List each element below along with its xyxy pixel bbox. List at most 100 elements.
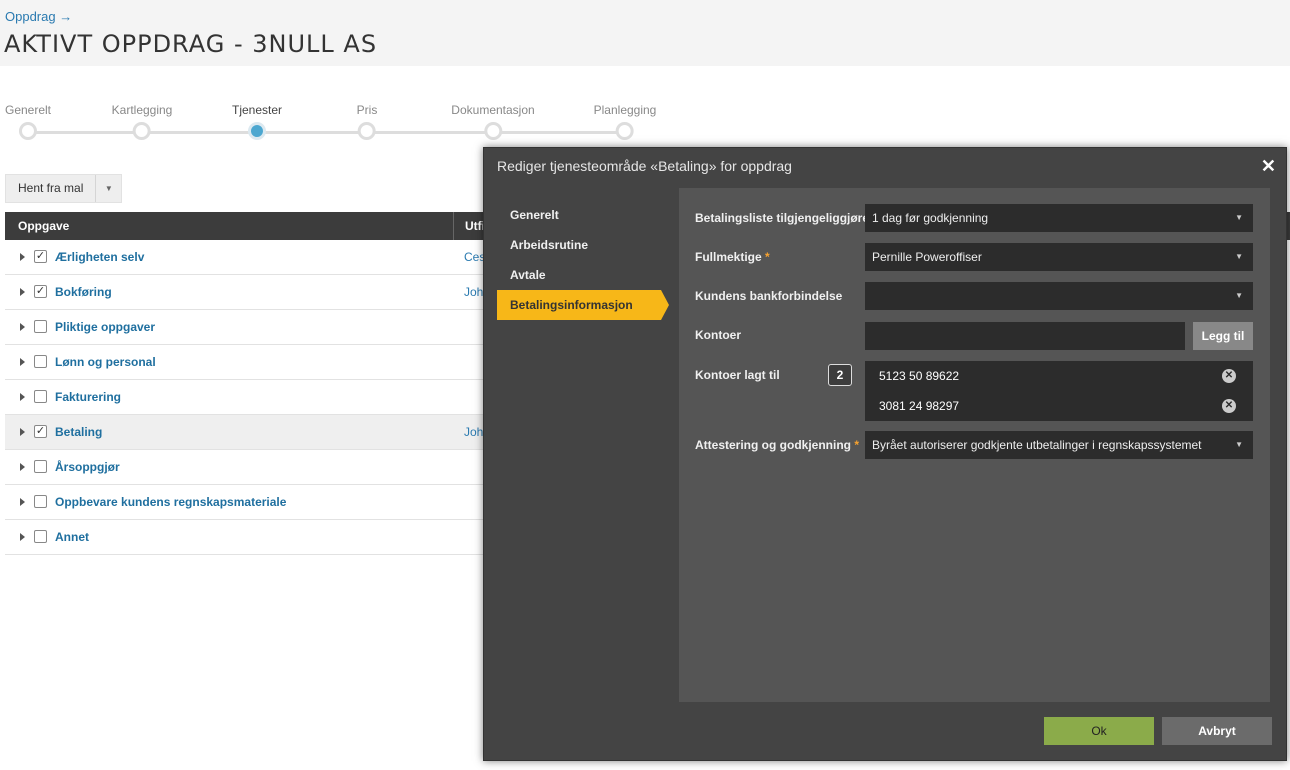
column-header-utfort[interactable]: Utfi xyxy=(465,219,485,233)
approval-label-text: Attestering og godkjenning xyxy=(695,438,851,452)
approval-select[interactable]: Byrået autoriserer godkjente utbetalinge… xyxy=(865,431,1253,459)
approval-label: Attestering og godkjenning * xyxy=(695,438,859,452)
accounts-input[interactable] xyxy=(865,322,1185,350)
step-dot xyxy=(616,122,634,140)
required-marker: * xyxy=(854,438,860,452)
step-label: Dokumentasjon xyxy=(451,103,535,117)
task-name[interactable]: Oppbevare kundens regnskapsmateriale xyxy=(55,495,286,509)
added-count-badge: 2 xyxy=(828,364,852,386)
row-checkbox[interactable] xyxy=(34,355,47,368)
task-name[interactable]: Pliktige oppgaver xyxy=(55,320,155,334)
step-dot-active xyxy=(248,122,266,140)
account-number: 5123 50 89622 xyxy=(879,369,960,383)
accounts-label: Kontoer xyxy=(695,328,741,342)
close-icon[interactable]: ✕ xyxy=(1261,156,1276,177)
column-header-oppgave[interactable]: Oppgave xyxy=(18,219,69,233)
list-item: 3081 24 98297 ✕ xyxy=(865,391,1253,421)
dialog-form-panel: Betalingsliste tilgjengeliggjøres 1 dag … xyxy=(679,188,1270,702)
task-name[interactable]: Årsoppgjør xyxy=(55,460,120,474)
nav-item-betalingsinformasjon[interactable]: Betalingsinformasjon xyxy=(497,290,669,320)
step-label: Generelt xyxy=(4,103,52,117)
step-tjenester[interactable]: Tjenester xyxy=(232,100,282,140)
breadcrumb[interactable]: Oppdrag → xyxy=(5,9,72,24)
expand-icon[interactable] xyxy=(20,463,25,471)
payment-list-select[interactable]: 1 dag før godkjenning ▼ xyxy=(865,204,1253,232)
bank-label: Kundens bankforbindelse xyxy=(695,289,843,303)
step-dot xyxy=(483,122,502,140)
table-row-selected[interactable]: ✓ Betaling Joh xyxy=(5,415,485,450)
task-name[interactable]: Annet xyxy=(55,530,89,544)
remove-icon[interactable]: ✕ xyxy=(1222,369,1236,383)
task-assignee[interactable]: Joh xyxy=(464,425,483,439)
step-dokumentasjon[interactable]: Dokumentasjon xyxy=(451,100,535,140)
step-pris[interactable]: Pris xyxy=(357,100,377,140)
payment-list-label: Betalingsliste tilgjengeliggjøres xyxy=(695,211,876,225)
task-name[interactable]: Betaling xyxy=(55,425,102,439)
task-name[interactable]: Bokføring xyxy=(55,285,112,299)
task-name[interactable]: Lønn og personal xyxy=(55,355,156,369)
task-assignee[interactable]: Joh xyxy=(464,285,483,299)
proxy-value: Pernille Poweroffiser xyxy=(872,250,982,264)
table-row[interactable]: ✓ Ærligheten selv Ces xyxy=(5,240,485,275)
nav-item-arbeidsrutine[interactable]: Arbeidsrutine xyxy=(497,230,679,260)
proxy-label-text: Fullmektige xyxy=(695,250,762,264)
expand-icon[interactable] xyxy=(20,533,25,541)
table-row[interactable]: Annet xyxy=(5,520,485,555)
nav-item-avtale[interactable]: Avtale xyxy=(497,260,679,290)
row-checkbox[interactable] xyxy=(34,320,47,333)
wizard-steps: Generelt Kartlegging Tjenester Pris Doku… xyxy=(0,100,680,150)
row-checkbox[interactable]: ✓ xyxy=(34,425,47,438)
ok-button[interactable]: Ok xyxy=(1044,717,1154,745)
table-row[interactable]: Pliktige oppgaver xyxy=(5,310,485,345)
task-name[interactable]: Ærligheten selv xyxy=(55,250,144,264)
chevron-down-icon[interactable]: ▼ xyxy=(95,175,121,202)
step-dot xyxy=(19,122,37,140)
bank-select[interactable]: ▼ xyxy=(865,282,1253,310)
dialog-nav: Generelt Arbeidsrutine Avtale Betalingsi… xyxy=(497,200,679,320)
row-checkbox[interactable] xyxy=(34,495,47,508)
chevron-down-icon: ▼ xyxy=(1235,213,1243,222)
expand-icon[interactable] xyxy=(20,288,25,296)
cancel-button[interactable]: Avbryt xyxy=(1162,717,1272,745)
added-accounts-list: 5123 50 89622 ✕ 3081 24 98297 ✕ xyxy=(865,361,1253,421)
step-kartlegging[interactable]: Kartlegging xyxy=(112,100,172,140)
table-row[interactable]: Årsoppgjør xyxy=(5,450,485,485)
proxy-label: Fullmektige * xyxy=(695,250,770,264)
add-account-button[interactable]: Legg til xyxy=(1193,322,1253,350)
row-checkbox[interactable]: ✓ xyxy=(34,285,47,298)
task-name[interactable]: Fakturering xyxy=(55,390,121,404)
dialog-title: Rediger tjenesteområde «Betaling» for op… xyxy=(497,158,792,174)
expand-icon[interactable] xyxy=(20,358,25,366)
table-row[interactable]: Fakturering xyxy=(5,380,485,415)
chevron-down-icon: ▼ xyxy=(1235,291,1243,300)
row-checkbox[interactable] xyxy=(34,530,47,543)
row-checkbox[interactable] xyxy=(34,390,47,403)
step-dot xyxy=(133,122,151,140)
remove-icon[interactable]: ✕ xyxy=(1222,399,1236,413)
expand-icon[interactable] xyxy=(20,323,25,331)
proxy-select[interactable]: Pernille Poweroffiser ▼ xyxy=(865,243,1253,271)
expand-icon[interactable] xyxy=(20,428,25,436)
expand-icon[interactable] xyxy=(20,253,25,261)
step-dot xyxy=(357,122,376,140)
chevron-down-icon: ▼ xyxy=(1235,440,1243,449)
expand-icon[interactable] xyxy=(20,498,25,506)
template-split-button: Hent fra mal ▼ xyxy=(5,174,123,203)
step-label: Planlegging xyxy=(593,103,657,117)
chevron-down-icon: ▼ xyxy=(1235,252,1243,261)
table-row[interactable]: ✓ Bokføring Joh xyxy=(5,275,485,310)
payment-list-value: 1 dag før godkjenning xyxy=(872,211,989,225)
step-planlegging[interactable]: Planlegging xyxy=(593,100,657,140)
step-label: Tjenester xyxy=(231,103,283,117)
table-row[interactable]: Oppbevare kundens regnskapsmateriale xyxy=(5,485,485,520)
table-row[interactable]: Lønn og personal xyxy=(5,345,485,380)
row-checkbox[interactable] xyxy=(34,460,47,473)
column-divider xyxy=(453,212,454,240)
nav-item-generelt[interactable]: Generelt xyxy=(497,200,679,230)
template-button[interactable]: Hent fra mal xyxy=(6,175,95,202)
expand-icon[interactable] xyxy=(20,393,25,401)
row-checkbox[interactable]: ✓ xyxy=(34,250,47,263)
list-item: 5123 50 89622 ✕ xyxy=(865,361,1253,391)
step-generelt[interactable]: Generelt xyxy=(5,100,51,140)
approval-value: Byrået autoriserer godkjente utbetalinge… xyxy=(872,438,1202,452)
